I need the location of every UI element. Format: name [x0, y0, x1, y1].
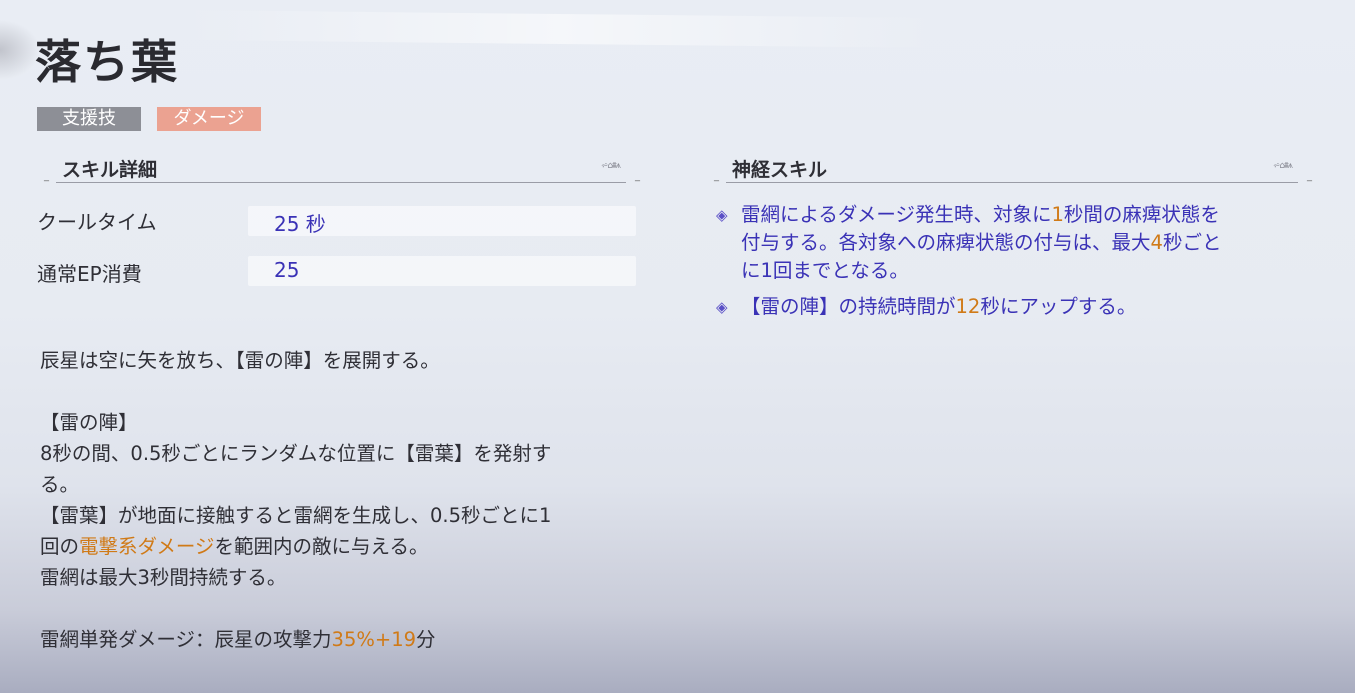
tag-damage: ダメージ — [157, 107, 261, 131]
cooldown-label: クールタイム — [37, 210, 157, 234]
desc-line: 回の電撃系ダメージを範囲内の敵に与える。 — [40, 531, 640, 562]
neural-skill-item: ◈ 雷網によるダメージ発生時、対象に1秒間の麻痺状態を 付与する。各対象への麻痺… — [716, 201, 1316, 285]
section-title: スキル詳細 — [62, 159, 158, 181]
diamond-bullet-icon: ◈ — [716, 206, 728, 224]
divider — [56, 182, 626, 183]
damage-type-highlight: 電撃系ダメージ — [79, 535, 215, 558]
ep-cost-value-box: 25 — [248, 256, 636, 286]
ep-cost-value: 25 — [274, 258, 300, 282]
dash-marker-icon: _ — [44, 171, 49, 182]
neural-text: に1回までとなる。 — [741, 259, 909, 282]
desc-text: 回の — [40, 535, 80, 558]
cooldown-value-box: 25 秒 — [248, 206, 636, 236]
ep-cost-label: 通常EP消費 — [37, 262, 142, 286]
desc-line: 8秒の間、0.5秒ごとにランダムな位置に【雷葉】を発射す — [40, 442, 552, 465]
cooldown-value: 25 秒 — [274, 212, 326, 236]
damage-value-highlight: 35%+19 — [331, 628, 417, 651]
desc-text: 分 — [416, 628, 436, 651]
dash-marker-icon: _ — [635, 171, 640, 182]
section-title: 神経スキル — [732, 159, 828, 181]
neural-skill-list: ◈ 雷網によるダメージ発生時、対象に1秒間の麻痺状態を 付与する。各対象への麻痺… — [716, 201, 1316, 329]
neural-text: 秒ごと — [1162, 231, 1222, 254]
desc-line: 雷網は最大3秒間持続する。 — [40, 566, 287, 589]
dash-marker-icon: _ — [1307, 171, 1312, 182]
divider — [726, 182, 1298, 183]
desc-text: を範囲内の敵に与える。 — [214, 535, 429, 558]
dash-marker-icon: _ — [714, 171, 719, 182]
diamond-bullet-icon: ◈ — [716, 298, 728, 316]
desc-line: る。 — [40, 473, 80, 496]
desc-line: 辰星は空に矢を放ち、【雷の陣】を展開する。 — [40, 349, 440, 372]
ornament-icon: ⩫⌂⩩⩚ — [1272, 161, 1293, 171]
neural-number: 12 — [955, 295, 981, 318]
desc-text: 雷網単発ダメージ：辰星の攻撃力 — [40, 628, 332, 651]
neural-text: 【雷の陣】の持続時間が — [741, 295, 956, 318]
neural-number: 4 — [1150, 231, 1163, 254]
neural-text: 秒間の麻痺状態を — [1063, 203, 1220, 226]
desc-line: 【雷の陣】 — [40, 411, 138, 434]
ornament-icon: ⩫⌂⩩⩚ — [600, 161, 621, 171]
skill-details-header: _ スキル詳細 ⩫⌂⩩⩚ _ — [44, 155, 640, 185]
neural-text: 秒にアップする。 — [980, 295, 1137, 318]
background-sheen — [179, 10, 941, 48]
neural-text: 雷網によるダメージ発生時、対象に — [741, 203, 1052, 226]
neural-skill-header: _ 神経スキル ⩫⌂⩩⩚ _ — [714, 155, 1312, 185]
desc-line: 【雷葉】が地面に接触すると雷網を生成し、0.5秒ごとに1 — [40, 504, 552, 527]
background-glow — [0, 20, 40, 80]
neural-skill-item: ◈ 【雷の陣】の持続時間が12秒にアップする。 — [716, 293, 1316, 321]
neural-text: 付与する。各対象への麻痺状態の付与は、最大 — [741, 231, 1151, 254]
neural-number: 1 — [1051, 203, 1064, 226]
desc-line: 雷網単発ダメージ：辰星の攻撃力35%+19分 — [40, 624, 640, 655]
skill-description: 辰星は空に矢を放ち、【雷の陣】を展開する。 【雷の陣】 8秒の間、0.5秒ごとに… — [40, 345, 640, 655]
skill-title: 落ち葉 — [35, 35, 179, 89]
tag-support: 支援技 — [37, 107, 141, 131]
